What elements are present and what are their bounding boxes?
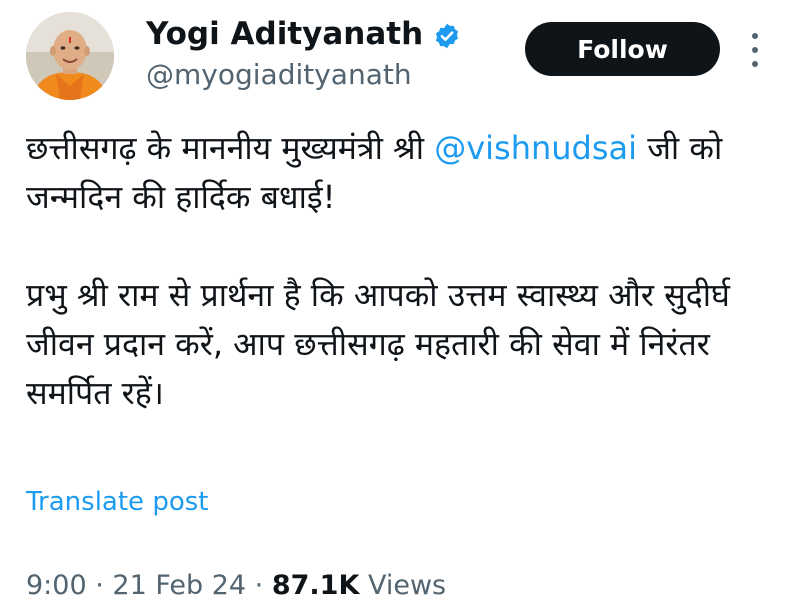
- follow-button[interactable]: Follow: [525, 22, 720, 76]
- post-text: छत्तीसगढ़ के माननीय मुख्यमंत्री श्री @vi…: [26, 124, 786, 418]
- post-text-before-mention: छत्तीसगढ़ के माननीय मुख्यमंत्री श्री: [26, 129, 435, 167]
- author-name-row: Yogi Adityanath: [146, 14, 461, 54]
- post-time[interactable]: 9:00: [26, 570, 87, 600]
- post-date[interactable]: 21 Feb 24: [112, 570, 246, 600]
- post-meta: 9:00 · 21 Feb 24 · 87.1K Views: [26, 566, 446, 600]
- views-count: 87.1K: [271, 570, 360, 600]
- more-vertical-icon[interactable]: [748, 30, 762, 70]
- meta-separator: ·: [86, 570, 113, 600]
- translate-post-link[interactable]: Translate post: [26, 484, 208, 520]
- author-display-name[interactable]: Yogi Adityanath: [146, 14, 423, 54]
- author-info: Yogi Adityanath @myogiadityanath: [146, 14, 461, 94]
- post-paragraph-2: प्रभु श्री राम से प्रार्थना है कि आपको उ…: [26, 276, 730, 412]
- profile-avatar-image: [26, 12, 114, 100]
- meta-separator: ·: [246, 570, 272, 600]
- views-label: Views: [359, 570, 447, 600]
- avatar[interactable]: [26, 12, 114, 100]
- post-paragraph-1: छत्तीसगढ़ के माननीय मुख्यमंत्री श्री @vi…: [26, 124, 786, 222]
- verified-badge-icon[interactable]: [433, 20, 461, 49]
- author-handle[interactable]: @myogiadityanath: [146, 56, 461, 94]
- mention-link[interactable]: @vishnudsai: [434, 129, 637, 167]
